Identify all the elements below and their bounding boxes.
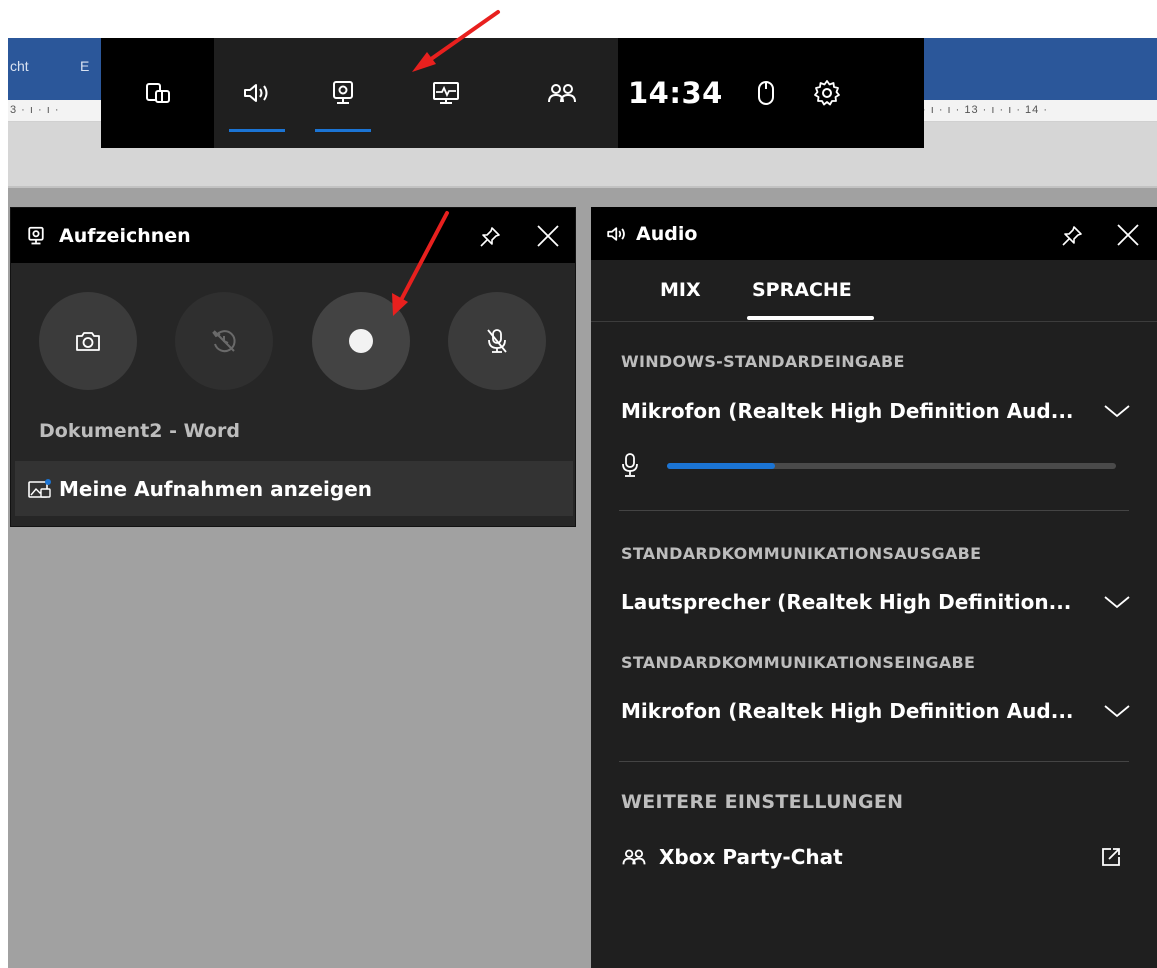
ribbon-tab-view[interactable]: cht <box>10 58 29 74</box>
mic-level-track <box>667 463 1116 469</box>
audio-icon <box>244 84 268 102</box>
capture-active-indicator <box>315 129 371 132</box>
selected-tab-indicator <box>747 316 874 320</box>
comm-input-label: STANDARDKOMMUNIKATIONSEINGABE <box>621 653 976 672</box>
mouse-icon[interactable] <box>757 80 775 106</box>
external-link-icon <box>1102 848 1120 866</box>
start-recording-button[interactable] <box>312 292 410 390</box>
windows-default-input-label: WINDOWS-STANDARDEINGABE <box>621 352 905 371</box>
mic-toggle-button[interactable] <box>448 292 546 390</box>
show-recordings-label: Meine Aufnahmen anzeigen <box>59 476 372 501</box>
social-icon <box>548 84 576 103</box>
capture-target-app: Dokument2 - Word <box>39 420 240 442</box>
audio-tabs: MIX SPRACHE <box>591 260 1157 322</box>
mic-muted-icon <box>487 329 507 353</box>
ruler-right-ticks: · ı · ı · 13 · ı · ı · 14 · <box>922 104 1049 116</box>
record-dot-icon <box>349 329 373 353</box>
windows-default-input-dropdown[interactable]: Mikrofon (Realtek High Definition Aud... <box>621 394 1136 428</box>
close-icon[interactable] <box>536 224 560 248</box>
audio-icon <box>607 226 625 241</box>
comm-input-dropdown[interactable]: Mikrofon (Realtek High Definition Aud... <box>621 694 1136 728</box>
performance-widget-button[interactable] <box>386 38 506 148</box>
gallery-icon <box>28 478 51 498</box>
mic-level-fill <box>667 463 775 469</box>
capture-icon <box>333 81 353 104</box>
social-icon <box>622 849 646 865</box>
record-last-30s-button[interactable] <box>175 292 273 390</box>
clock: 14:34 <box>628 76 723 110</box>
divider <box>619 510 1129 511</box>
xbox-party-chat-link[interactable]: Xbox Party-Chat <box>621 840 1136 874</box>
game-bar-status: 14:34 <box>618 38 924 148</box>
ribbon-tab-e[interactable]: E <box>80 58 89 74</box>
settings-icon[interactable] <box>813 79 841 107</box>
social-widget-button[interactable] <box>506 38 618 148</box>
microphone-icon <box>622 453 638 477</box>
capture-panel: Aufzeichnen Dokument2 - Word Meine Aufna… <box>10 207 576 527</box>
show-recordings-button[interactable]: Meine Aufnahmen anzeigen <box>15 461 573 516</box>
windows-default-input-value: Mikrofon (Realtek High Definition Aud... <box>621 399 1074 423</box>
tab-mix[interactable]: MIX <box>660 279 701 301</box>
widget-menu-icon <box>145 83 170 103</box>
capture-panel-header: Aufzeichnen <box>11 208 575 263</box>
comm-output-dropdown[interactable]: Lautsprecher (Realtek High Definition... <box>621 585 1136 619</box>
screenshot-button[interactable] <box>39 292 137 390</box>
performance-icon <box>433 82 459 104</box>
pin-icon[interactable] <box>478 225 502 249</box>
audio-widget-button[interactable] <box>214 38 300 148</box>
close-icon[interactable] <box>1116 223 1140 247</box>
xbox-party-chat-label: Xbox Party-Chat <box>659 845 843 869</box>
comm-input-value: Mikrofon (Realtek High Definition Aud... <box>621 699 1074 723</box>
widget-menu-button[interactable] <box>101 38 214 148</box>
capture-icon <box>28 226 44 244</box>
chevron-down-icon <box>1104 405 1130 418</box>
more-settings-label: WEITERE EINSTELLUNGEN <box>621 791 904 813</box>
capture-panel-title: Aufzeichnen <box>59 224 191 247</box>
chevron-down-icon <box>1104 705 1130 718</box>
ruler-left-ticks: 3 · ı · ı · <box>10 104 60 116</box>
comm-output-value: Lautsprecher (Realtek High Definition... <box>621 590 1072 614</box>
game-bar: 14:34 <box>101 38 924 148</box>
audio-active-indicator <box>229 129 285 132</box>
audio-panel-header: Audio <box>591 207 1157 260</box>
audio-panel: Audio MIX SPRACHE WINDOWS-STANDARDEINGAB… <box>591 207 1157 968</box>
record-last-disabled-icon <box>212 330 236 353</box>
tab-voice[interactable]: SPRACHE <box>752 279 852 301</box>
capture-widget-button[interactable] <box>300 38 386 148</box>
audio-panel-title: Audio <box>636 222 698 245</box>
divider <box>619 761 1129 762</box>
camera-icon <box>76 332 100 351</box>
pin-icon[interactable] <box>1060 224 1084 248</box>
chevron-down-icon <box>1104 596 1130 609</box>
mic-level-meter <box>621 450 1121 480</box>
comm-output-label: STANDARDKOMMUNIKATIONSAUSGABE <box>621 544 982 563</box>
